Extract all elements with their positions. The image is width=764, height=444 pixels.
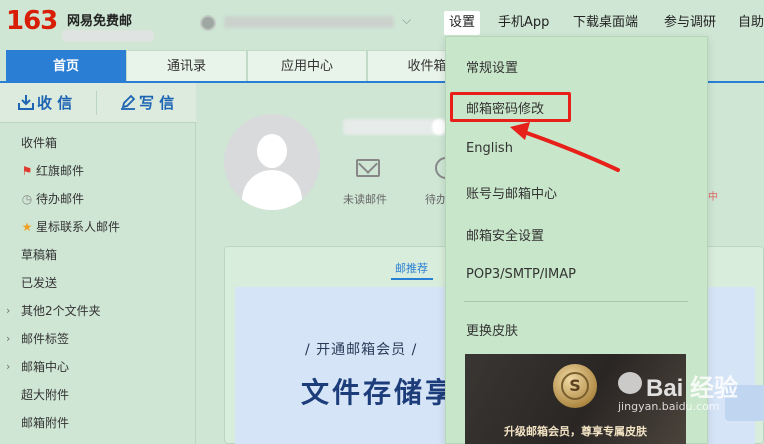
watermark-text: Bai 经验 (646, 375, 739, 402)
tab-home[interactable]: 首页 (6, 50, 126, 81)
tab-contacts[interactable]: 通讯录 (126, 50, 247, 81)
skin-promo-text: 升级邮箱会员，尊享专属皮肤 (504, 425, 647, 438)
menu-change-skin[interactable]: 更换皮肤 (466, 320, 518, 339)
menu-divider (464, 301, 688, 302)
compose-bar: 收 信 写 信 (0, 83, 196, 123)
watermark-url: jingyan.baidu.com (618, 400, 720, 413)
todo-label[interactable]: 待办 (425, 191, 447, 207)
menu-english[interactable]: English (466, 141, 513, 156)
folder-label: 邮件标签 (21, 332, 70, 346)
menu-pop3-smtp-imap[interactable]: POP3/SMTP/IMAP (466, 267, 576, 282)
folder-todo[interactable]: ◷ 待办邮件 (0, 185, 196, 213)
write-button[interactable]: 写 信 (120, 83, 174, 123)
star-icon: ★ (21, 220, 33, 234)
folder-sent[interactable]: 已发送 (0, 269, 196, 297)
recommend-tab[interactable]: 邮推荐 (395, 260, 428, 276)
folder-label: 已发送 (21, 276, 58, 290)
clock-icon: ◷ (21, 192, 33, 206)
blurred-account-id (62, 30, 154, 42)
pencil-icon (121, 94, 136, 110)
flag-icon: ⚑ (21, 164, 33, 178)
folder-mail-center[interactable]: › 邮箱中心 (0, 353, 196, 381)
inbox-download-icon (18, 95, 34, 110)
folder-drafts[interactable]: 草稿箱 (0, 241, 196, 269)
nav-settings[interactable]: 设置 (444, 11, 481, 35)
menu-general-settings[interactable]: 常规设置 (466, 57, 518, 76)
folder-label: 星标联系人邮件 (36, 220, 121, 234)
sidebar: 收 信 写 信 收件箱 ⚑ 红旗邮件 ◷ 待办邮件 ★ 星标联系人邮件 草稿箱 已发送… (0, 83, 196, 444)
receive-label: 收 信 (37, 94, 73, 112)
unread-mail-label[interactable]: 未读邮件 (343, 191, 387, 207)
folder-flagged[interactable]: ⚑ 红旗邮件 (0, 157, 196, 185)
write-label: 写 信 (139, 94, 175, 112)
menu-security-settings[interactable]: 邮箱安全设置 (466, 225, 544, 244)
chevron-right-icon[interactable]: › (6, 297, 10, 325)
coin-icon: S (553, 364, 597, 408)
folder-label: 待办邮件 (36, 192, 85, 206)
avatar-head (257, 134, 287, 168)
folder-large-attachments[interactable]: 超大附件 (0, 381, 196, 409)
recommend-tab-underline (391, 278, 433, 280)
nav-survey[interactable]: 参与调研 (664, 11, 716, 35)
logo-number[interactable]: 163 (6, 6, 58, 36)
folder-label: 其他2个文件夹 (21, 304, 101, 318)
receive-button[interactable]: 收 信 (18, 83, 72, 123)
folder-label: 邮箱附件 (21, 416, 70, 430)
folder-tags[interactable]: › 邮件标签 (0, 325, 196, 353)
red-edge-text: 中 (708, 192, 718, 203)
folder-label: 超大附件 (21, 388, 70, 402)
folder-inbox[interactable]: 收件箱 (0, 129, 196, 157)
folder-label: 收件箱 (21, 136, 58, 150)
chevron-right-icon[interactable]: › (6, 325, 10, 353)
paw-icon (618, 372, 642, 394)
chevron-right-icon[interactable]: › (6, 353, 10, 381)
coin-symbol: S (561, 372, 589, 400)
baidu-watermark: Bai 经验 jingyan.baidu.com (594, 360, 744, 420)
banner-title: 文件存储享 (301, 376, 457, 409)
folder-attachments[interactable]: 邮箱附件 (0, 409, 196, 437)
account-icon[interactable] (200, 15, 216, 31)
nav-download-desktop[interactable]: 下载桌面端 (573, 11, 638, 35)
nav-mobile-app[interactable]: 手机App (498, 11, 549, 35)
avatar[interactable] (224, 114, 320, 210)
folder-label: 红旗邮件 (36, 164, 85, 178)
logo-text: 网易免费邮 (67, 14, 133, 29)
chevron-down-icon[interactable]: ⌵ (402, 13, 411, 28)
folder-label: 草稿箱 (21, 248, 58, 262)
folder-label: 邮箱中心 (21, 360, 70, 374)
folder-starred-contacts[interactable]: ★ 星标联系人邮件 (0, 213, 196, 241)
blurred-username-edge (432, 119, 446, 135)
envelope-icon[interactable] (356, 159, 380, 177)
tab-app-center[interactable]: 应用中心 (247, 50, 367, 81)
avatar-body (242, 170, 302, 210)
nav-self-service[interactable]: 自助 (738, 11, 764, 35)
menu-change-password[interactable]: 邮箱密码修改 (466, 98, 544, 117)
banner-subtitle: / 开通邮箱会员 / (305, 342, 418, 358)
blurred-account-name[interactable] (224, 16, 394, 28)
action-divider (96, 91, 97, 115)
folder-other[interactable]: › 其他2个文件夹 (0, 297, 196, 325)
menu-account-center[interactable]: 账号与邮箱中心 (466, 183, 557, 202)
